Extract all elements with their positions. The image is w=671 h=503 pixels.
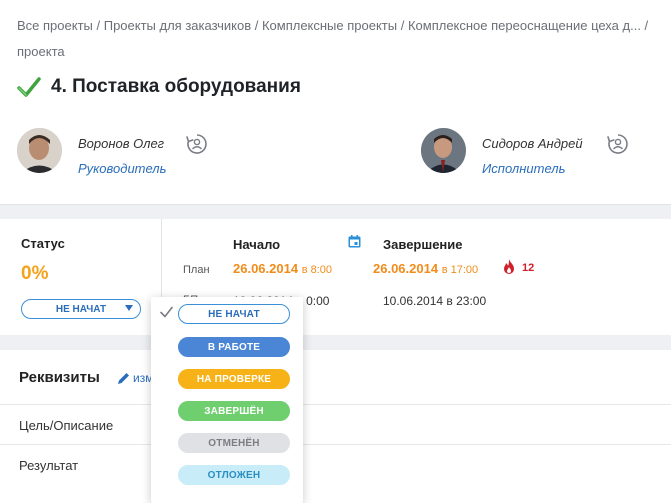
- avatar-photo-icon: [17, 128, 62, 173]
- detail-row-label: Результат: [19, 458, 79, 473]
- plan-start-time: в 8:00: [301, 264, 333, 276]
- overdue-days-badge: 12: [522, 262, 535, 274]
- manager-name: Воронов Олег: [78, 136, 165, 151]
- status-option-not-started[interactable]: НЕ НАЧАТ: [178, 304, 290, 324]
- breadcrumb-item-project[interactable]: проекта: [17, 44, 65, 59]
- page-title-row: 4. Поставка оборудования: [17, 76, 301, 98]
- task-header-card: Все проекты / Проекты для заказчиков / К…: [0, 0, 671, 205]
- detail-row-label: Цель/Описание: [19, 418, 114, 433]
- avatar[interactable]: [421, 128, 466, 173]
- status-panel: Статус 0% НЕ НАЧАТ: [0, 219, 162, 335]
- breadcrumb-separator: /: [251, 18, 262, 33]
- status-option-postponed[interactable]: ОТЛОЖЕН: [178, 465, 290, 485]
- avatar-photo-icon: [421, 128, 466, 173]
- executor-role-link[interactable]: Исполнитель: [482, 161, 583, 176]
- calendar-icon[interactable]: [348, 235, 361, 248]
- pencil-icon: [118, 372, 129, 384]
- status-option-done[interactable]: ЗАВЕРШЁН: [178, 401, 290, 421]
- breadcrumb-separator: /: [640, 18, 649, 33]
- breadcrumb-item-current-project[interactable]: Комплексное переоснащение цеха д...: [408, 18, 641, 33]
- status-schedule-card: Статус 0% НЕ НАЧАТ Начало Завершение Пла…: [0, 219, 671, 335]
- start-column-header: Начало: [233, 237, 281, 252]
- details-card: Реквизиты изм Цель/Описание Результат: [0, 350, 671, 503]
- status-option-review[interactable]: НА ПРОВЕРКЕ: [178, 369, 290, 389]
- status-option-in-progress[interactable]: В РАБОТЕ: [178, 337, 290, 357]
- status-label: Статус: [21, 236, 65, 251]
- breadcrumb-separator: /: [92, 18, 104, 33]
- end-column-header: Завершение: [383, 237, 463, 252]
- plan-row-label: План: [183, 264, 210, 276]
- edit-details-link[interactable]: изм: [117, 371, 153, 385]
- chevron-down-icon: [125, 305, 133, 311]
- breadcrumb-item-complex-projects[interactable]: Комплексные проекты: [262, 18, 397, 33]
- details-title: Реквизиты: [19, 369, 100, 386]
- page-title: 4. Поставка оборудования: [51, 76, 301, 97]
- avatar[interactable]: [17, 128, 62, 173]
- breadcrumb-item-all-projects[interactable]: Все проекты: [17, 18, 93, 33]
- reassign-user-icon[interactable]: [185, 132, 209, 156]
- check-icon: [17, 77, 41, 97]
- plan-start-date[interactable]: 26.06.2014 в 8:00: [233, 261, 332, 276]
- manager-role-link[interactable]: Руководитель: [78, 161, 166, 176]
- status-select-value: НЕ НАЧАТ: [55, 303, 107, 315]
- breadcrumb-separator: /: [397, 18, 408, 33]
- manager-block: Воронов Олег Руководитель: [17, 128, 166, 176]
- status-select[interactable]: НЕ НАЧАТ: [21, 299, 141, 319]
- reassign-user-icon[interactable]: [606, 132, 630, 156]
- breadcrumb: Все проекты / Проекты для заказчиков / К…: [17, 13, 667, 65]
- plan-end-date[interactable]: 26.06.2014 в 17:00: [373, 261, 478, 276]
- breadcrumb-item-client-projects[interactable]: Проекты для заказчиков: [104, 18, 251, 33]
- detail-row-goal[interactable]: Цель/Описание: [0, 404, 671, 444]
- plan-start-date-value: 26.06.2014: [233, 261, 299, 276]
- fact-end-date: 10.06.2014 в 23:00: [383, 294, 487, 308]
- status-option-cancelled[interactable]: ОТМЕНЁН: [178, 433, 290, 453]
- executor-block: Сидоров Андрей Исполнитель: [421, 128, 583, 176]
- plan-end-date-value: 26.06.2014: [373, 261, 439, 276]
- check-icon: [160, 306, 173, 318]
- executor-name: Сидоров Андрей: [482, 136, 583, 151]
- plan-end-time: в 17:00: [441, 264, 479, 276]
- progress-percent: 0%: [21, 263, 49, 284]
- status-dropdown-menu: НЕ НАЧАТ В РАБОТЕ НА ПРОВЕРКЕ ЗАВЕРШЁН О…: [151, 297, 303, 503]
- detail-row-result[interactable]: Результат: [0, 444, 671, 484]
- fire-icon: [504, 259, 514, 274]
